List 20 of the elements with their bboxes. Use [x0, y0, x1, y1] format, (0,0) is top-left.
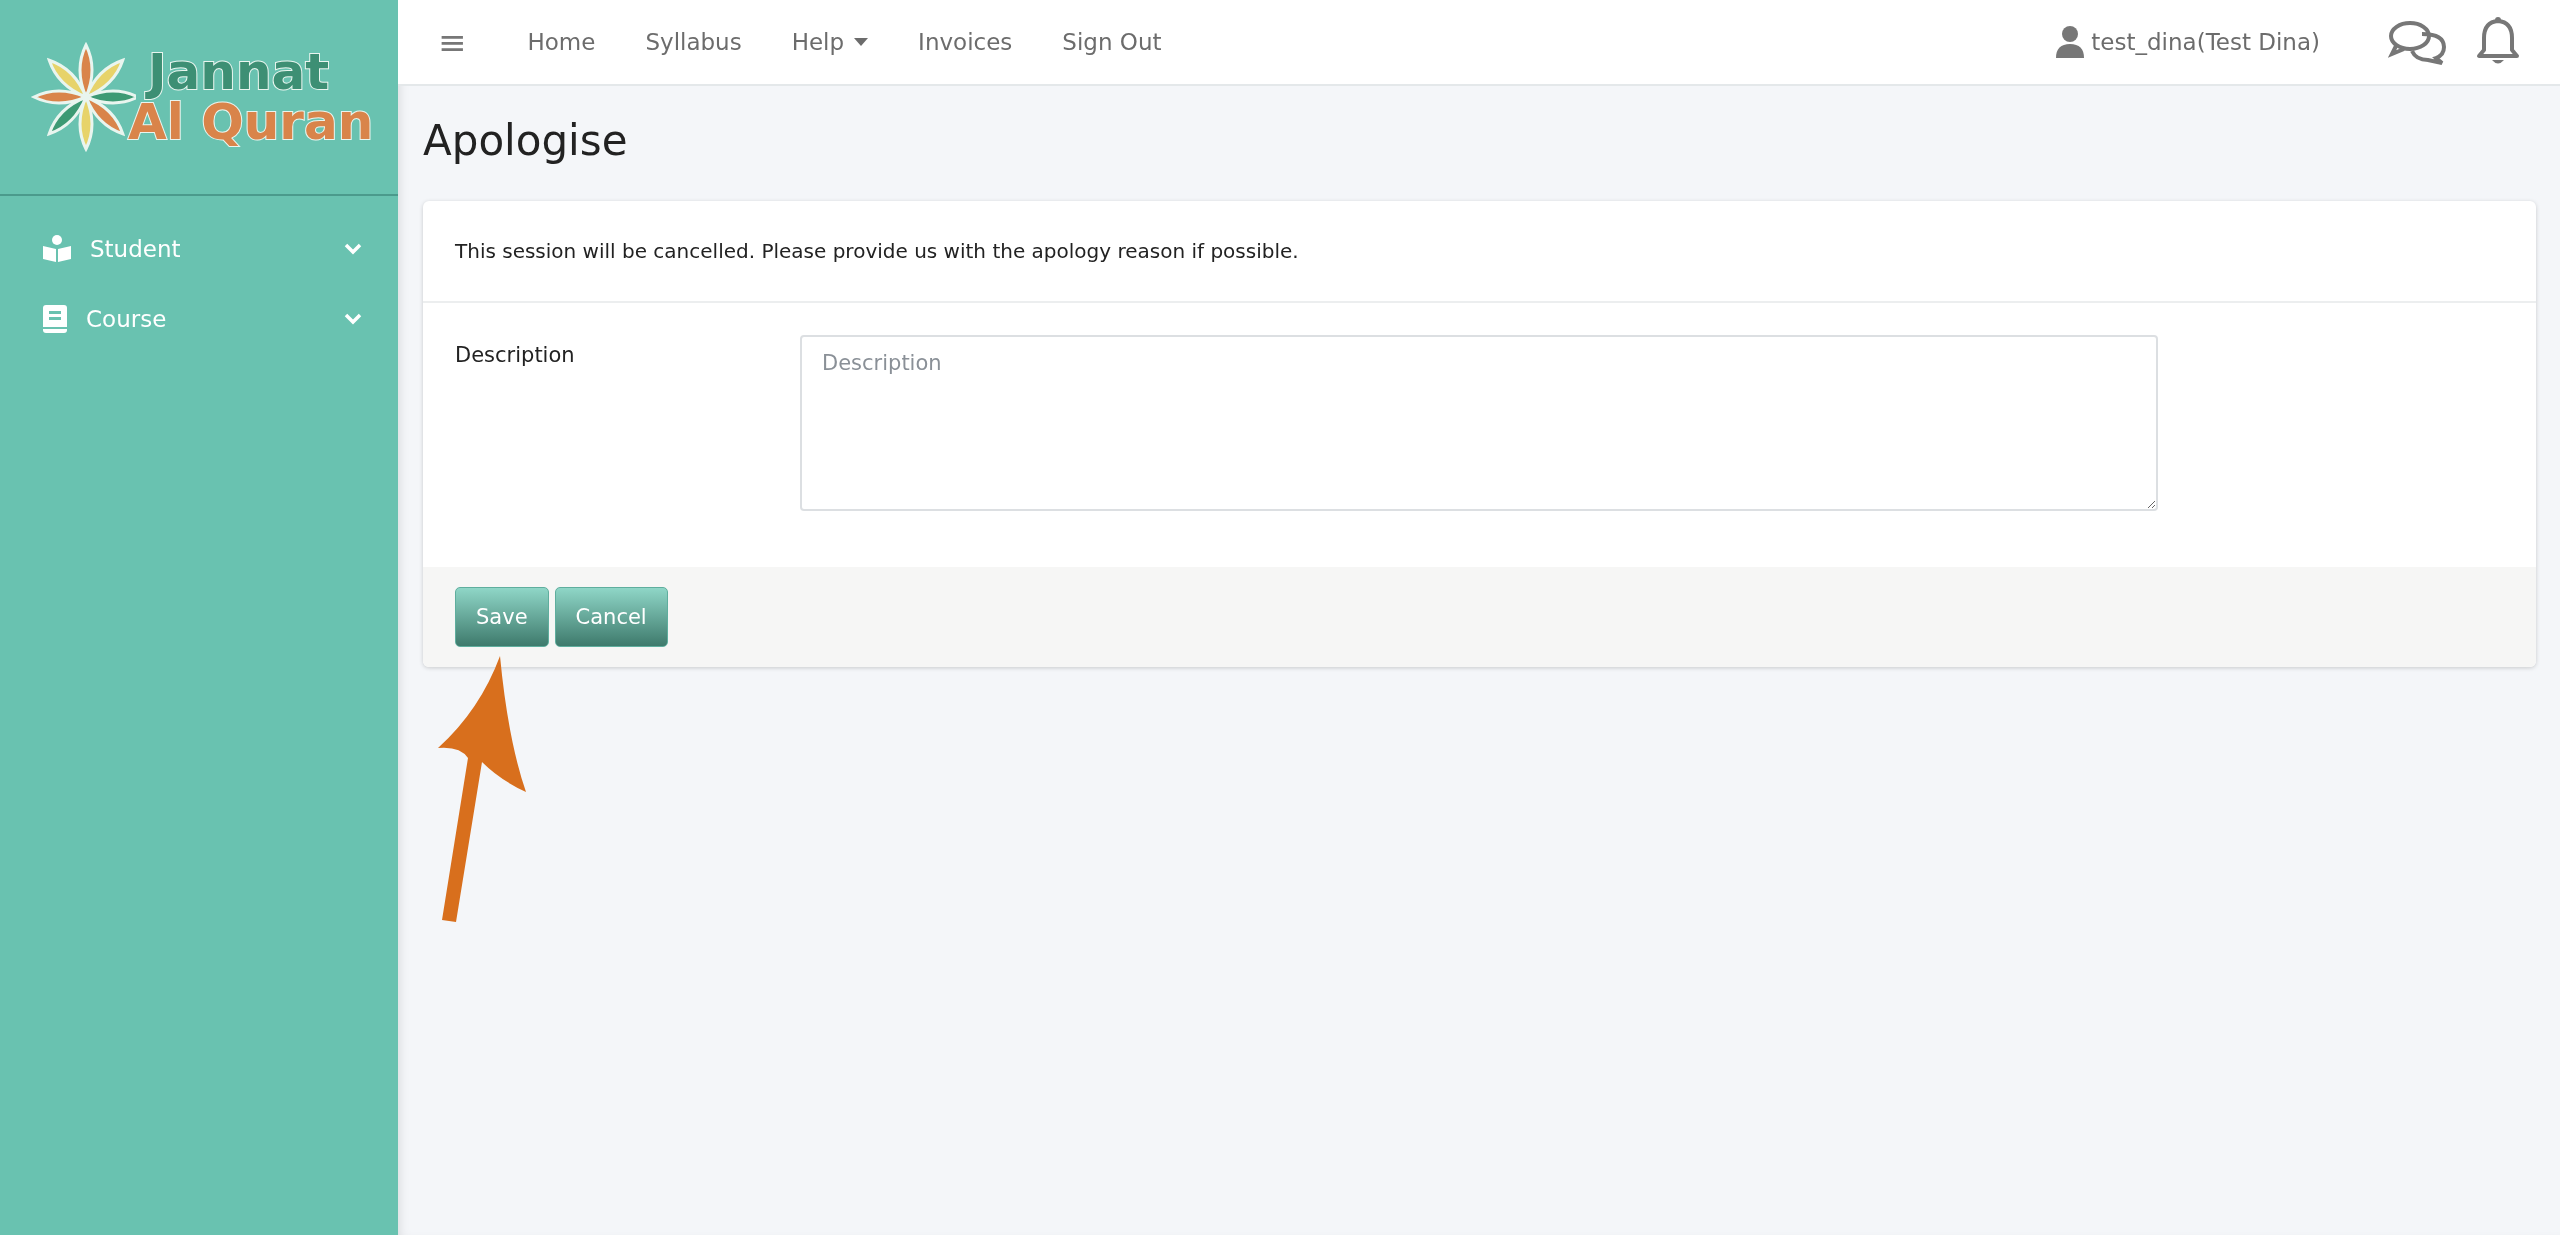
chat-icon[interactable] — [2388, 19, 2448, 65]
notice-text: This session will be cancelled. Please provide us with the apology reason if possible. — [455, 239, 1299, 263]
book-icon — [42, 304, 68, 334]
nav-link[interactable]: Help — [766, 29, 894, 55]
reader-icon — [42, 235, 72, 263]
description-field[interactable]: Description — [800, 335, 2158, 511]
menu-button[interactable]: ≡ — [430, 22, 475, 62]
form-button[interactable]: Cancel — [554, 587, 668, 647]
form-button[interactable]: Save — [455, 587, 549, 647]
field-label: Description — [455, 342, 576, 369]
caret-icon — [854, 38, 869, 46]
user-name[interactable]: test_dina(Test Dina) — [2091, 29, 2320, 55]
sidebar-item-label: Course — [86, 306, 168, 332]
sidebar-item-label: Student — [90, 236, 182, 262]
page-title: Apologise — [423, 116, 629, 165]
user-icon — [2055, 25, 2086, 59]
nav-link[interactable]: Sign Out — [1037, 29, 1187, 55]
nav-link[interactable]: Home — [502, 29, 621, 55]
nav-link[interactable]: Syllabus — [620, 29, 767, 55]
nav-link[interactable]: Invoices — [893, 29, 1038, 55]
